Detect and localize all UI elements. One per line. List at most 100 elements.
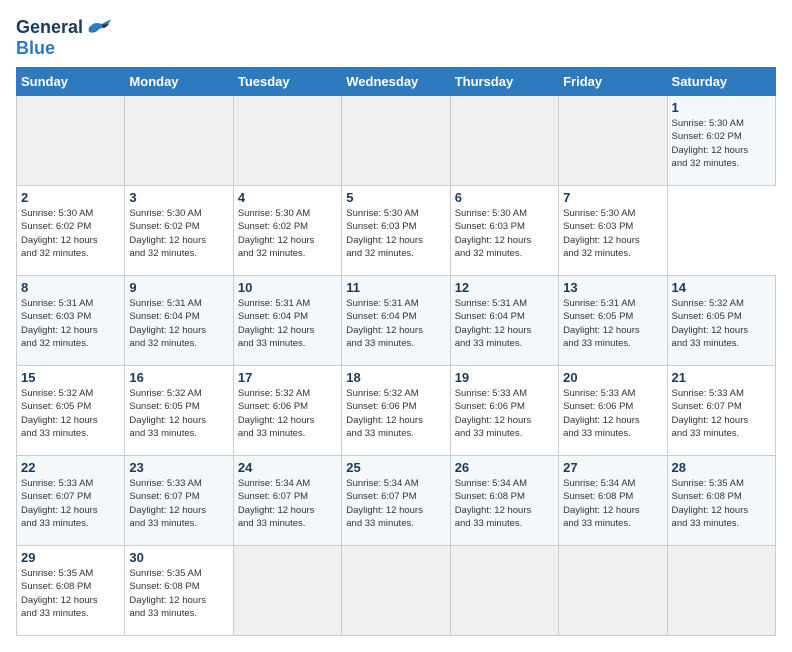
day-info: Sunrise: 5:35 AM Sunset: 6:08 PM Dayligh…: [672, 477, 771, 530]
day-cell-2: 2Sunrise: 5:30 AM Sunset: 6:02 PM Daylig…: [17, 186, 125, 276]
day-number: 25: [346, 460, 445, 475]
day-number: 6: [455, 190, 554, 205]
calendar-week-1: 2 Sunrise: 5:30 AM Sunset: 6:02 PM Daylig…: [17, 186, 776, 276]
day-info: Sunrise: 5:34 AM Sunset: 6:08 PM Dayligh…: [563, 477, 662, 530]
empty-cell: [559, 96, 667, 186]
day-info: Sunrise: 5:30 AM Sunset: 6:03 PM Dayligh…: [346, 207, 445, 260]
day-info: Sunrise: 5:34 AM Sunset: 6:08 PM Dayligh…: [455, 477, 554, 530]
day-cell-26: 26 Sunrise: 5:34 AM Sunset: 6:08 PM Dayli…: [450, 456, 558, 546]
day-cell-4: 4 Sunrise: 5:30 AM Sunset: 6:02 PM Daylig…: [233, 186, 341, 276]
day-number: 4: [238, 190, 337, 205]
header-wednesday: Wednesday: [342, 68, 450, 96]
day-info: Sunrise: 5:30 AM Sunset: 6:03 PM Dayligh…: [455, 207, 554, 260]
day-number: 14: [672, 280, 771, 295]
day-cell-5: 5 Sunrise: 5:30 AM Sunset: 6:03 PM Daylig…: [342, 186, 450, 276]
calendar-week-4: 22Sunrise: 5:33 AM Sunset: 6:07 PM Dayli…: [17, 456, 776, 546]
day-cell-16: 16 Sunrise: 5:32 AM Sunset: 6:05 PM Dayli…: [125, 366, 233, 456]
day-number: 19: [455, 370, 554, 385]
calendar-header-row: SundayMondayTuesdayWednesdayThursdayFrid…: [17, 68, 776, 96]
day-number: 11: [346, 280, 445, 295]
day-info: Sunrise: 5:32 AM Sunset: 6:05 PM Dayligh…: [21, 387, 120, 440]
day-info: Sunrise: 5:31 AM Sunset: 6:03 PM Dayligh…: [21, 297, 120, 350]
calendar-body: 1 Sunrise: 5:30 AM Sunset: 6:02 PM Daylig…: [17, 96, 776, 636]
calendar-week-5: 29 Sunrise: 5:35 AM Sunset: 6:08 PM Dayli…: [17, 546, 776, 636]
header-friday: Friday: [559, 68, 667, 96]
day-cell-27: 27Sunrise: 5:34 AM Sunset: 6:08 PM Dayli…: [559, 456, 667, 546]
calendar-week-2: 8 Sunrise: 5:31 AM Sunset: 6:03 PM Daylig…: [17, 276, 776, 366]
day-number: 21: [672, 370, 771, 385]
empty-cell: [233, 96, 341, 186]
day-number: 10: [238, 280, 337, 295]
day-cell-10: 10Sunrise: 5:31 AM Sunset: 6:04 PM Dayli…: [233, 276, 341, 366]
calendar-table: SundayMondayTuesdayWednesdayThursdayFrid…: [16, 67, 776, 636]
day-number: 1: [672, 100, 771, 115]
logo: General Blue: [16, 16, 113, 59]
day-cell-8: 8 Sunrise: 5:31 AM Sunset: 6:03 PM Daylig…: [17, 276, 125, 366]
day-number: 8: [21, 280, 120, 295]
day-number: 17: [238, 370, 337, 385]
day-number: 5: [346, 190, 445, 205]
header-monday: Monday: [125, 68, 233, 96]
empty-cell: [559, 546, 667, 636]
day-cell-23: 23 Sunrise: 5:33 AM Sunset: 6:07 PM Dayli…: [125, 456, 233, 546]
page-header: General Blue: [16, 16, 776, 59]
day-number: 20: [563, 370, 662, 385]
day-info: Sunrise: 5:35 AM Sunset: 6:08 PM Dayligh…: [129, 567, 228, 620]
day-cell-17: 17 Sunrise: 5:32 AM Sunset: 6:06 PM Dayli…: [233, 366, 341, 456]
empty-cell: [450, 96, 558, 186]
day-info: Sunrise: 5:33 AM Sunset: 6:07 PM Dayligh…: [129, 477, 228, 530]
day-cell-15: 15 Sunrise: 5:32 AM Sunset: 6:05 PM Dayli…: [17, 366, 125, 456]
empty-cell: [667, 546, 775, 636]
day-number: 12: [455, 280, 554, 295]
day-cell-7: 7Sunrise: 5:30 AM Sunset: 6:03 PM Daylig…: [559, 186, 667, 276]
day-number: 29: [21, 550, 120, 565]
day-cell-9: 9Sunrise: 5:31 AM Sunset: 6:04 PM Daylig…: [125, 276, 233, 366]
empty-cell: [342, 546, 450, 636]
day-number: 23: [129, 460, 228, 475]
empty-cell: [125, 96, 233, 186]
empty-cell: [450, 546, 558, 636]
day-number: 30: [129, 550, 228, 565]
day-cell-30: 30 Sunrise: 5:35 AM Sunset: 6:08 PM Dayli…: [125, 546, 233, 636]
day-cell-1: 1Sunrise: 5:30 AM Sunset: 6:02 PM Daylig…: [667, 96, 775, 186]
day-cell-20: 20 Sunrise: 5:33 AM Sunset: 6:06 PM Dayli…: [559, 366, 667, 456]
logo-blue-text: Blue: [16, 38, 113, 59]
day-info: Sunrise: 5:35 AM Sunset: 6:08 PM Dayligh…: [21, 567, 120, 620]
header-tuesday: Tuesday: [233, 68, 341, 96]
day-cell-28: 28Sunrise: 5:35 AM Sunset: 6:08 PM Dayli…: [667, 456, 775, 546]
day-cell-3: 3Sunrise: 5:30 AM Sunset: 6:02 PM Daylig…: [125, 186, 233, 276]
day-cell-11: 11 Sunrise: 5:31 AM Sunset: 6:04 PM Dayli…: [342, 276, 450, 366]
day-info: Sunrise: 5:33 AM Sunset: 6:07 PM Dayligh…: [21, 477, 120, 530]
logo-text: General: [16, 18, 83, 38]
calendar-week-3: 15 Sunrise: 5:32 AM Sunset: 6:05 PM Dayli…: [17, 366, 776, 456]
day-number: 2: [21, 190, 120, 205]
day-cell-29: 29 Sunrise: 5:35 AM Sunset: 6:08 PM Dayli…: [17, 546, 125, 636]
day-number: 24: [238, 460, 337, 475]
day-cell-13: 13Sunrise: 5:31 AM Sunset: 6:05 PM Dayli…: [559, 276, 667, 366]
day-cell-24: 24Sunrise: 5:34 AM Sunset: 6:07 PM Dayli…: [233, 456, 341, 546]
day-info: Sunrise: 5:30 AM Sunset: 6:02 PM Dayligh…: [238, 207, 337, 260]
day-cell-14: 14Sunrise: 5:32 AM Sunset: 6:05 PM Dayli…: [667, 276, 775, 366]
day-info: Sunrise: 5:34 AM Sunset: 6:07 PM Dayligh…: [346, 477, 445, 530]
day-cell-21: 21 Sunrise: 5:33 AM Sunset: 6:07 PM Dayli…: [667, 366, 775, 456]
header-sunday: Sunday: [17, 68, 125, 96]
empty-cell: [342, 96, 450, 186]
day-number: 15: [21, 370, 120, 385]
day-info: Sunrise: 5:31 AM Sunset: 6:04 PM Dayligh…: [346, 297, 445, 350]
day-number: 18: [346, 370, 445, 385]
day-info: Sunrise: 5:32 AM Sunset: 6:06 PM Dayligh…: [238, 387, 337, 440]
day-info: Sunrise: 5:33 AM Sunset: 6:06 PM Dayligh…: [563, 387, 662, 440]
day-number: 26: [455, 460, 554, 475]
day-cell-18: 18 Sunrise: 5:32 AM Sunset: 6:06 PM Dayli…: [342, 366, 450, 456]
day-info: Sunrise: 5:32 AM Sunset: 6:05 PM Dayligh…: [129, 387, 228, 440]
empty-cell: [233, 546, 341, 636]
day-cell-22: 22Sunrise: 5:33 AM Sunset: 6:07 PM Dayli…: [17, 456, 125, 546]
day-info: Sunrise: 5:31 AM Sunset: 6:04 PM Dayligh…: [455, 297, 554, 350]
day-info: Sunrise: 5:32 AM Sunset: 6:06 PM Dayligh…: [346, 387, 445, 440]
day-info: Sunrise: 5:33 AM Sunset: 6:06 PM Dayligh…: [455, 387, 554, 440]
empty-cell: [17, 96, 125, 186]
calendar-week-0: 1Sunrise: 5:30 AM Sunset: 6:02 PM Daylig…: [17, 96, 776, 186]
day-cell-6: 6 Sunrise: 5:30 AM Sunset: 6:03 PM Daylig…: [450, 186, 558, 276]
day-number: 16: [129, 370, 228, 385]
day-info: Sunrise: 5:33 AM Sunset: 6:07 PM Dayligh…: [672, 387, 771, 440]
